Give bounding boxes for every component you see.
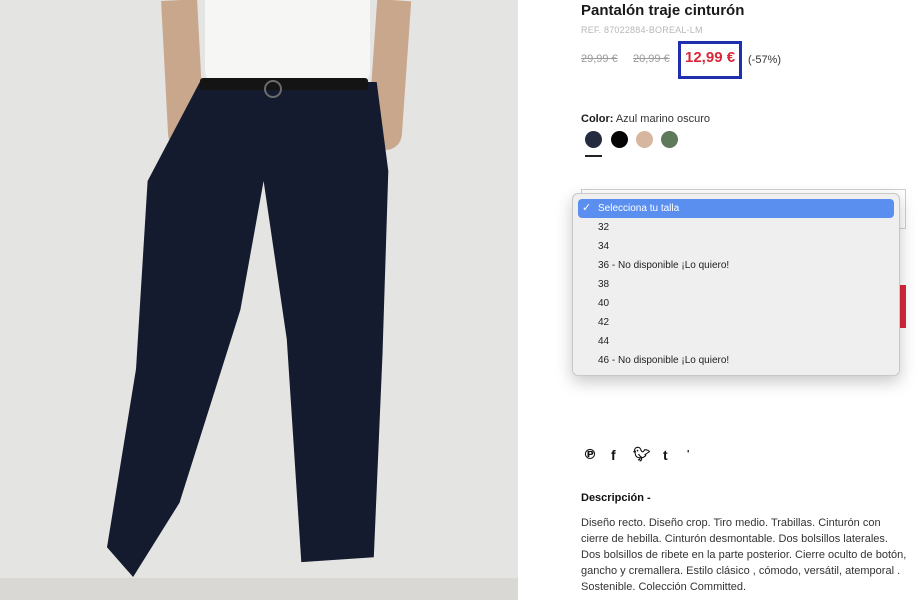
size-option-label: 36 - No disponible ¡Lo quiero! [598, 260, 730, 271]
tumblr-icon[interactable]: t [663, 446, 668, 464]
product-reference: REF. 87022884-BOREAL-LM [581, 25, 703, 35]
color-swatch-green[interactable] [661, 131, 678, 148]
current-price: 12,99 € [685, 49, 736, 66]
more-icon[interactable]: ' [687, 446, 689, 464]
color-value: Azul marino oscuro [615, 113, 710, 125]
description-text: Diseño recto. Diseño crop. Tiro medio. T… [581, 517, 907, 593]
size-option-label: 40 [598, 298, 610, 309]
color-swatch-beige[interactable] [636, 131, 653, 148]
color-selection-label: Color: Azul marino oscuro [581, 113, 710, 125]
size-option-label: 44 [598, 336, 610, 347]
size-option-label: 42 [598, 317, 610, 328]
selected-swatch-indicator [585, 155, 602, 157]
size-option-36[interactable]: 36 - No disponible ¡Lo quiero! [578, 256, 894, 275]
size-option-38[interactable]: 38 [578, 275, 894, 294]
belt-buckle [264, 80, 282, 98]
size-option-44[interactable]: 44 [578, 332, 894, 351]
checkmark-icon: ✓ [582, 202, 592, 214]
product-belt [200, 78, 368, 90]
facebook-icon[interactable]: f [611, 446, 616, 464]
color-swatch-navy[interactable] [585, 131, 602, 148]
size-option-34[interactable]: 34 [578, 237, 894, 256]
size-dropdown-menu: ✓ Selecciona tu talla 32 34 36 - No disp… [572, 193, 900, 376]
size-option-label: 38 [598, 279, 610, 290]
product-title: Pantalón traje cinturón [581, 2, 745, 19]
size-option-label: 32 [598, 222, 610, 233]
size-option-32[interactable]: 32 [578, 218, 894, 237]
size-option-label: 34 [598, 241, 610, 252]
product-pants [107, 82, 389, 577]
size-option-40[interactable]: 40 [578, 294, 894, 313]
product-image[interactable] [0, 0, 518, 600]
previous-price: 20,99 € [633, 53, 670, 65]
pinterest-icon[interactable]: ℗ [583, 446, 597, 464]
floor [0, 578, 518, 600]
size-option-46[interactable]: 46 - No disponible ¡Lo quiero! [578, 351, 894, 370]
size-option-label: 46 - No disponible ¡Lo quiero! [598, 355, 730, 366]
color-label: Color: [581, 113, 614, 125]
twitter-icon[interactable]: 🐦︎ [633, 446, 651, 464]
description-heading[interactable]: Descripción - [581, 492, 651, 504]
size-option-42[interactable]: 42 [578, 313, 894, 332]
color-swatch-black[interactable] [611, 131, 628, 148]
discount-percentage: (-57%) [748, 54, 782, 66]
original-price: 29,99 € [581, 53, 618, 65]
model-top [205, 0, 370, 88]
size-option-placeholder[interactable]: ✓ Selecciona tu talla [578, 199, 894, 218]
size-option-label: Selecciona tu talla [598, 203, 680, 214]
add-to-bag-button[interactable] [899, 285, 906, 328]
